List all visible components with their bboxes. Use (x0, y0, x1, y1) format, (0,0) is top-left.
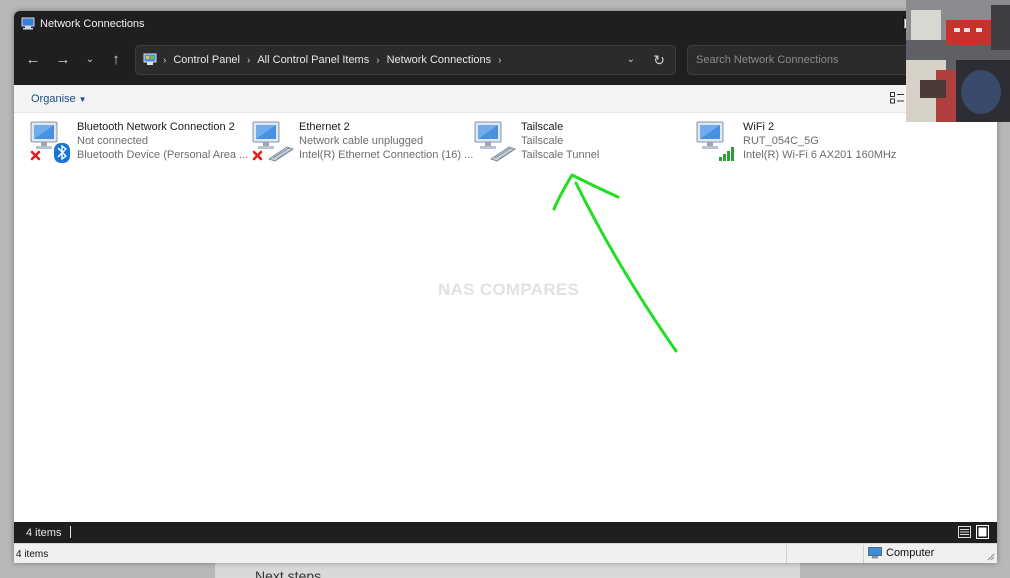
status-divider (786, 545, 787, 563)
connection-status: Not connected (77, 135, 148, 147)
connection-item-ethernet[interactable]: Ethernet 2 Network cable unplugged Intel… (251, 119, 473, 165)
connection-device: Intel(R) Ethernet Connection (16) ... (299, 149, 474, 161)
connection-status: Network cable unplugged (299, 135, 424, 147)
breadcrumb-control-panel[interactable]: Control Panel (173, 54, 240, 66)
change-view-icon[interactable] (890, 92, 904, 104)
ethernet-network-icon (252, 121, 295, 162)
legacy-status-bar: 4 items Computer (14, 543, 997, 563)
breadcrumb-chevron-icon[interactable]: › (163, 55, 166, 66)
address-dropdown-chevron-icon[interactable]: ⌄ (627, 54, 635, 65)
security-zone: Computer (868, 547, 934, 559)
zone-label: Computer (886, 547, 935, 559)
text-cursor (70, 526, 71, 538)
connections-list: Bluetooth Network Connection 2 Not conne… (14, 113, 997, 522)
organise-button[interactable]: Organise ▼ (31, 93, 87, 105)
wifi-network-icon (696, 121, 734, 161)
webcam-overlay (906, 0, 1010, 122)
connection-name: WiFi 2 (743, 121, 775, 133)
window-title: Network Connections (40, 18, 145, 30)
connection-status: Tailscale (521, 135, 564, 147)
back-arrow-icon[interactable]: ← (24, 51, 42, 69)
connection-name: Tailscale (521, 121, 564, 133)
legacy-item-count: 4 items (16, 549, 49, 560)
up-arrow-icon[interactable]: ↑ (107, 51, 125, 69)
webcam-feed-image (906, 0, 1010, 122)
caret-down-icon: ▼ (78, 95, 87, 104)
connection-device: Bluetooth Device (Personal Area ... (77, 149, 249, 161)
refresh-icon[interactable]: ↻ (653, 52, 665, 69)
address-bar[interactable]: › Control Panel › All Control Panel Item… (135, 45, 676, 75)
connection-name: Ethernet 2 (299, 121, 350, 133)
connection-item-bluetooth[interactable]: Bluetooth Network Connection 2 Not conne… (29, 119, 248, 165)
search-box[interactable] (687, 45, 917, 75)
computer-icon (868, 547, 882, 559)
large-icons-view-icon[interactable] (976, 525, 989, 539)
title-bar: Network Connections (14, 11, 997, 37)
connection-item-tailscale[interactable]: Tailscale Tailscale Tailscale Tunnel (473, 119, 688, 165)
search-input[interactable] (688, 46, 916, 74)
command-bar: Organise ▼ (14, 85, 997, 113)
forward-arrow-icon[interactable]: → (54, 51, 72, 69)
connection-item-wifi[interactable]: WiFi 2 RUT_054C_5G Intel(R) Wi-Fi 6 AX20… (695, 119, 910, 165)
recent-locations-chevron-icon[interactable]: ⌄ (81, 51, 99, 69)
navigation-bar: ← → ⌄ ↑ › Control Panel › All Control Pa… (14, 37, 997, 85)
breadcrumb-chevron-icon[interactable]: › (247, 55, 250, 66)
details-view-icon[interactable] (958, 526, 971, 538)
green-arrow-annotation (552, 173, 678, 353)
connection-status: RUT_054C_5G (743, 135, 819, 147)
control-panel-icon (143, 53, 157, 65)
breadcrumb-chevron-icon[interactable]: › (498, 55, 501, 66)
status-bar: 4 items (14, 522, 997, 543)
breadcrumb-network-connections[interactable]: Network Connections (387, 54, 492, 66)
bluetooth-network-icon (30, 121, 70, 163)
background-text: Next steps (255, 568, 322, 578)
connection-device: Tailscale Tunnel (521, 149, 600, 161)
item-count: 4 items (26, 527, 62, 539)
connection-name: Bluetooth Network Connection 2 (77, 121, 235, 133)
explorer-window: Network Connections ← → ⌄ ↑ › Control Pa… (14, 11, 997, 563)
breadcrumb: › Control Panel › All Control Panel Item… (163, 54, 501, 66)
breadcrumb-all-items[interactable]: All Control Panel Items (257, 54, 369, 66)
connection-device: Intel(R) Wi-Fi 6 AX201 160MHz (743, 149, 897, 161)
breadcrumb-chevron-icon[interactable]: › (376, 55, 379, 66)
resize-grip-icon[interactable] (987, 553, 995, 561)
background-page: Next steps (215, 562, 800, 578)
network-connections-app-icon (21, 17, 35, 30)
tunnel-network-icon (474, 121, 517, 162)
status-divider (863, 545, 864, 563)
organise-label: Organise (31, 93, 76, 105)
